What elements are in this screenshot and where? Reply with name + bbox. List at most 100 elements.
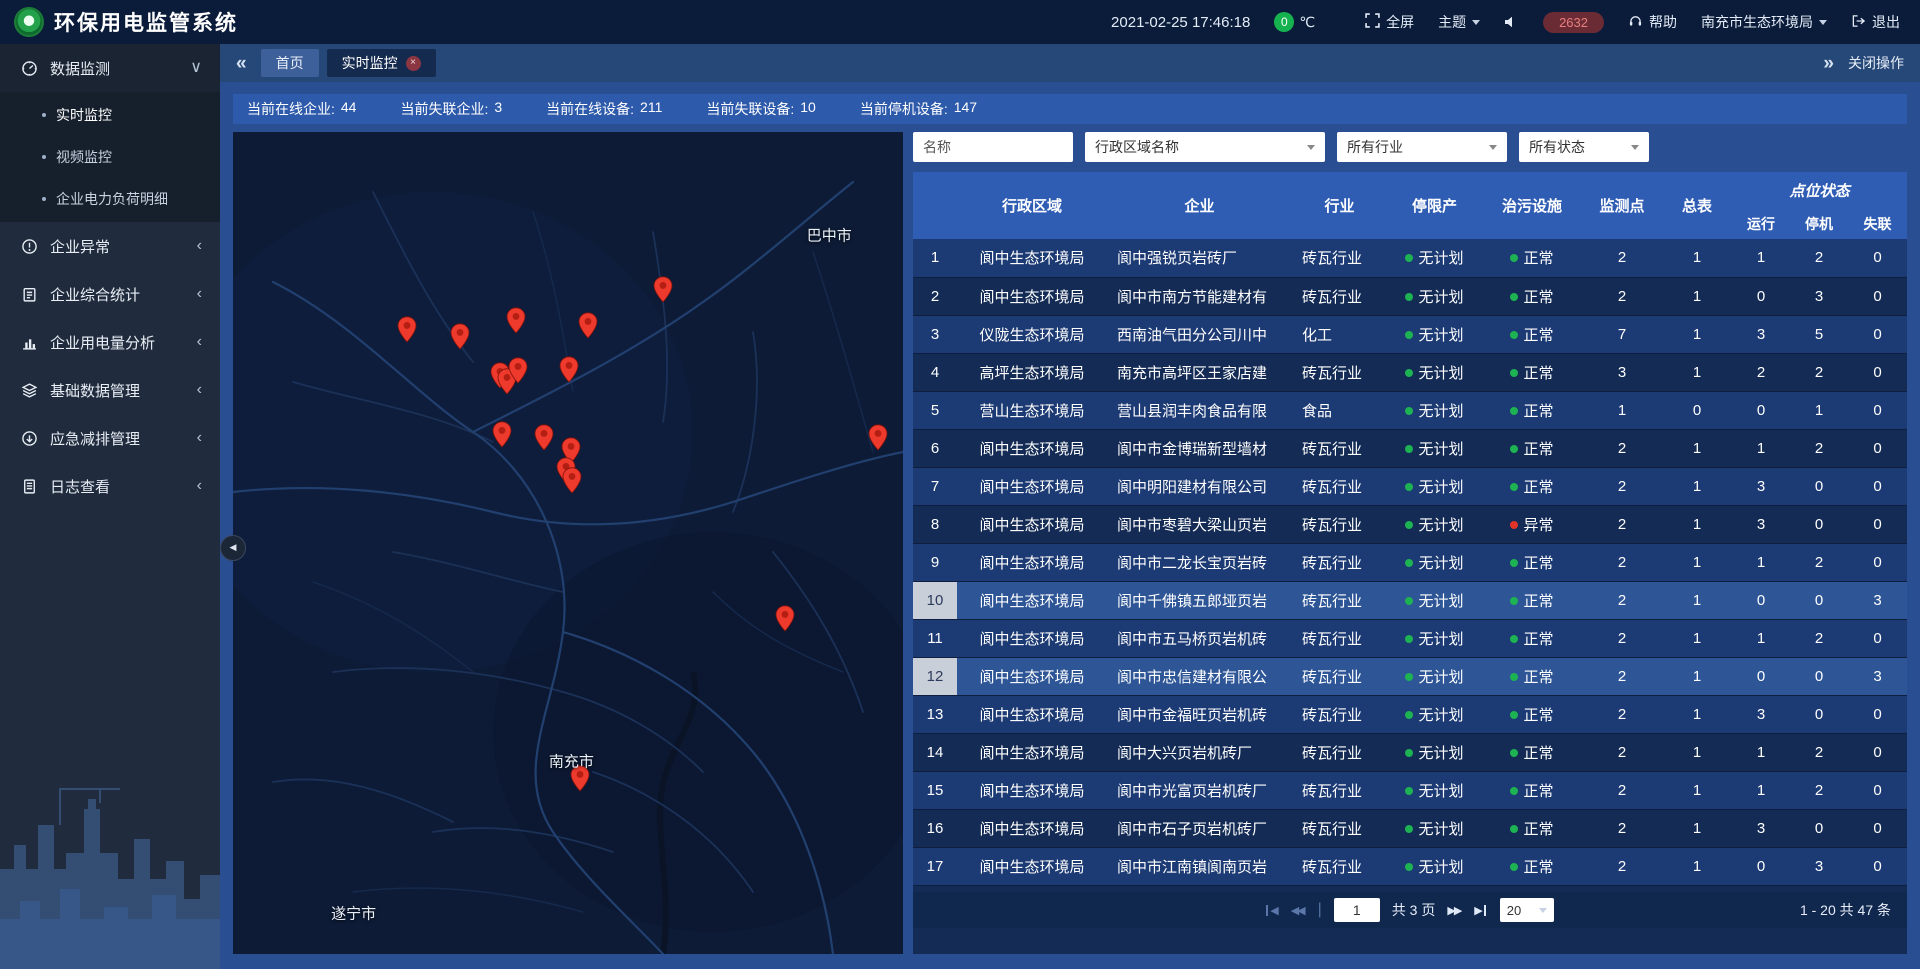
cell-running: 1 [1732,771,1790,809]
sidebar-item-应急减排管理[interactable]: 应急减排管理‹ [0,414,220,462]
map-pin[interactable] [534,424,554,456]
map-pin[interactable] [868,424,888,456]
status-dot-icon [1405,521,1413,529]
status-dot-icon [1405,597,1413,605]
cell-industry: 砖瓦行业 [1292,429,1387,467]
table-row[interactable]: 5营山生态环境局营山县润丰肉食品有限食品无计划正常10010 [913,391,1907,429]
cell-limit: 无计划 [1387,581,1482,619]
cell-region: 阆中生态环境局 [957,619,1107,657]
table-row[interactable]: 7阆中生态环境局阆中明阳建材有限公司砖瓦行业无计划正常21300 [913,467,1907,505]
table-row[interactable]: 4高坪生态环境局南充市高坪区王家店建砖瓦行业无计划正常31220 [913,353,1907,391]
cell-company: 阆中大兴页岩机砖厂 [1107,733,1292,771]
cell-region: 阆中生态环境局 [957,771,1107,809]
table-row[interactable]: 9阆中生态环境局阆中市二龙长宝页岩砖砖瓦行业无计划正常21120 [913,543,1907,581]
page-size-select[interactable]: 20 [1500,898,1554,922]
map-pin[interactable] [450,323,470,355]
industry-filter-select[interactable]: 所有行业 [1337,132,1507,162]
last-page-button[interactable]: ▶ [1474,904,1487,917]
tabs-scroll-left-icon[interactable]: « [236,54,247,73]
table-row[interactable]: 10阆中生态环境局阆中千佛镇五郎垭页岩砖瓦行业无计划正常21003 [913,581,1907,619]
cell-stopped: 0 [1790,657,1848,695]
table-row[interactable]: 12阆中生态环境局阆中市忠信建材有限公砖瓦行业无计划正常21003 [913,657,1907,695]
alert-count-badge[interactable]: 2632 [1543,12,1604,33]
cell-stopped: 2 [1790,733,1848,771]
table-row[interactable]: 6阆中生态环境局阆中市金博瑞新型墙材砖瓦行业无计划正常21120 [913,429,1907,467]
table-row[interactable]: 17阆中生态环境局阆中市江南镇阆南页岩砖瓦行业无计划正常21030 [913,847,1907,885]
cell-index: 16 [913,809,957,847]
fullscreen-button[interactable]: 全屏 [1365,12,1414,32]
name-filter-input[interactable] [913,132,1073,162]
cell-running: 0 [1732,847,1790,885]
tab-实时监控[interactable]: 实时监控× [327,49,436,77]
sidebar-subitem-企业电力负荷明细[interactable]: 企业电力负荷明细 [0,178,220,220]
temperature-value: 0 [1274,12,1294,32]
table-row[interactable]: 8阆中生态环境局阆中市枣碧大梁山页岩砖瓦行业无计划异常21300 [913,505,1907,543]
sidebar-item-数据监测[interactable]: 数据监测∨ [0,44,220,92]
cell-facility: 正常 [1482,277,1582,315]
map-pin[interactable] [562,467,582,499]
cell-industry: 砖瓦行业 [1292,619,1387,657]
speaker-icon[interactable] [1504,16,1519,28]
table-row[interactable]: 1阆中生态环境局阆中强锐页岩砖厂砖瓦行业无计划正常21120 [913,239,1907,277]
enterprise-table: 行政区域 企业 行业 停限产 治污设施 监测点 总表 点位状态 [913,172,1907,892]
table-row[interactable]: 16阆中生态环境局阆中市石子页岩机砖厂砖瓦行业无计划正常21300 [913,809,1907,847]
cell-facility: 正常 [1482,847,1582,885]
cell-company: 阆中明阳建材有限公司 [1107,467,1292,505]
table-row[interactable]: 2阆中生态环境局阆中市南方节能建材有砖瓦行业无计划正常21030 [913,277,1907,315]
map-pin[interactable] [508,357,528,389]
cell-running: 3 [1732,467,1790,505]
sidebar-item-企业异常[interactable]: 企业异常‹ [0,222,220,270]
reduce-icon [20,430,38,447]
sidebar-item-企业综合统计[interactable]: 企业综合统计‹ [0,270,220,318]
help-button[interactable]: 帮助 [1628,12,1677,32]
map-collapse-toggle[interactable]: ◀ [220,535,246,561]
map-pin[interactable] [506,307,526,339]
tab-close-icon[interactable]: × [406,56,421,71]
cell-company: 阆中市光富页岩机砖厂 [1107,771,1292,809]
chevron-left-icon: ‹ [197,382,202,398]
table-row[interactable]: 13阆中生态环境局阆中市金福旺页岩机砖砖瓦行业无计划正常21300 [913,695,1907,733]
sidebar-subitem-实时监控[interactable]: 实时监控 [0,94,220,136]
map-pin[interactable] [559,356,579,388]
app-logo-icon [14,7,44,37]
theme-dropdown[interactable]: 主题 [1438,12,1480,32]
table-row[interactable]: 14阆中生态环境局阆中大兴页岩机砖厂砖瓦行业无计划正常21120 [913,733,1907,771]
prev-page-button[interactable]: ◀◀ [1291,904,1306,917]
status-filter-select[interactable]: 所有状态 [1519,132,1649,162]
table-row[interactable]: 18南部生态环境局南部县瑞华页岩有限公砖瓦行业无计划正常21120 [913,885,1907,892]
status-dot-icon [1510,863,1518,871]
table-row[interactable]: 11阆中生态环境局阆中市五马桥页岩机砖砖瓦行业无计划正常21120 [913,619,1907,657]
cell-limit: 无计划 [1387,505,1482,543]
sidebar-item-基础数据管理[interactable]: 基础数据管理‹ [0,366,220,414]
org-dropdown[interactable]: 南充市生态环境局 [1701,12,1827,32]
region-filter-select[interactable]: 行政区域名称 [1085,132,1325,162]
map-pin[interactable] [775,605,795,637]
close-operations-button[interactable]: 关闭操作 [1848,53,1904,73]
logout-button[interactable]: 退出 [1851,12,1900,32]
cell-company: 阆中市五马桥页岩机砖 [1107,619,1292,657]
table-row[interactable]: 15阆中生态环境局阆中市光富页岩机砖厂砖瓦行业无计划正常21120 [913,771,1907,809]
tab-首页[interactable]: 首页 [261,49,319,77]
cell-offline: 0 [1848,277,1907,315]
caret-down-icon [1819,20,1827,25]
sidebar-item-企业用电量分析[interactable]: 企业用电量分析‹ [0,318,220,366]
sidebar-item-日志查看[interactable]: 日志查看‹ [0,462,220,510]
sidebar-subitem-视频监控[interactable]: 视频监控 [0,136,220,178]
map-pin[interactable] [397,316,417,348]
cell-points: 2 [1582,847,1662,885]
cell-facility: 正常 [1482,391,1582,429]
col-header-facility: 治污设施 [1482,172,1582,239]
table-row[interactable]: 3仪陇生态环境局西南油气田分公司川中化工无计划正常71350 [913,315,1907,353]
next-page-button[interactable]: ▶▶ [1447,904,1462,917]
page-number-input[interactable] [1334,898,1380,922]
map-panel[interactable]: 巴中市南充市遂宁市 ◀ [233,132,903,954]
map-pin[interactable] [492,421,512,453]
tabs-scroll-right-icon[interactable]: » [1823,54,1834,73]
map-pin[interactable] [653,276,673,308]
status-dot-icon [1405,254,1413,262]
cell-offline: 0 [1848,391,1907,429]
cell-industry: 砖瓦行业 [1292,885,1387,892]
first-page-button[interactable]: ◀ [1266,904,1278,917]
cell-industry: 砖瓦行业 [1292,847,1387,885]
map-pin[interactable] [578,312,598,344]
